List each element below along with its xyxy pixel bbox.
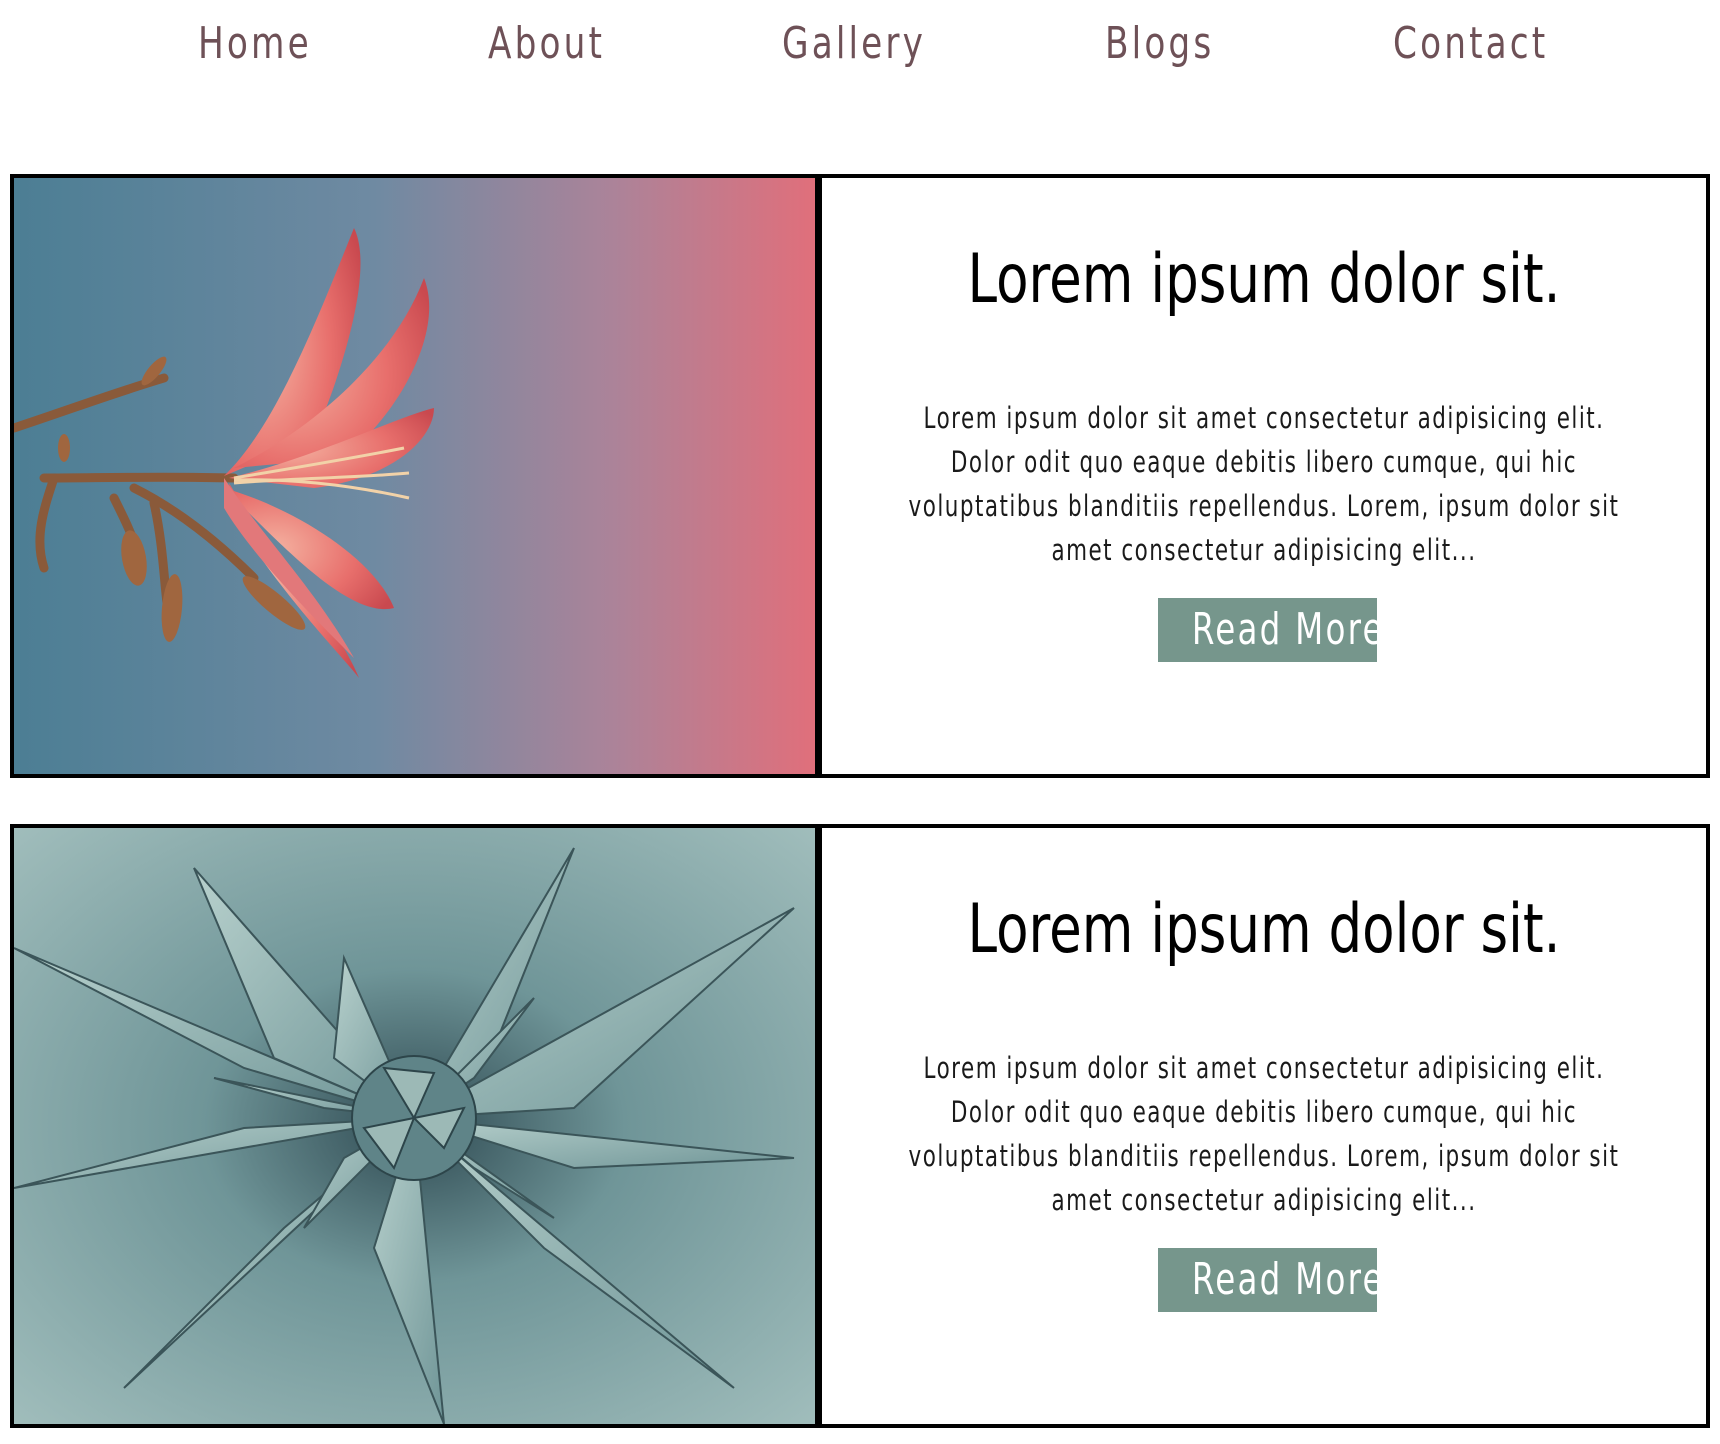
post-image-lily bbox=[14, 178, 822, 774]
post-excerpt: Lorem ipsum dolor sit amet consectetur a… bbox=[908, 401, 1620, 567]
agave-succulent-image bbox=[14, 828, 815, 1424]
post-title: Lorem ipsum dolor sit. bbox=[967, 240, 1561, 319]
read-more-button[interactable]: Read More bbox=[1158, 598, 1377, 662]
pink-lily-flower-image bbox=[14, 178, 815, 774]
main-nav: Home About Gallery Blogs Contact bbox=[0, 0, 1720, 100]
read-more-label: Read More bbox=[1191, 1254, 1377, 1305]
nav-about-link[interactable]: About bbox=[488, 18, 605, 69]
read-more-button[interactable]: Read More bbox=[1158, 1248, 1377, 1312]
post-content: Lorem ipsum dolor sit. Lorem ipsum dolor… bbox=[822, 178, 1706, 774]
nav-gallery-link[interactable]: Gallery bbox=[782, 18, 926, 69]
read-more-label: Read More bbox=[1191, 604, 1377, 655]
nav-contact-link[interactable]: Contact bbox=[1393, 18, 1548, 69]
post-excerpt: Lorem ipsum dolor sit amet consectetur a… bbox=[908, 1051, 1620, 1217]
post-title: Lorem ipsum dolor sit. bbox=[967, 890, 1561, 969]
nav-blogs-link[interactable]: Blogs bbox=[1105, 18, 1214, 69]
blog-post-card: Lorem ipsum dolor sit. Lorem ipsum dolor… bbox=[10, 824, 1710, 1428]
nav-home-link[interactable]: Home bbox=[198, 18, 312, 69]
blog-post-card: Lorem ipsum dolor sit. Lorem ipsum dolor… bbox=[10, 174, 1710, 778]
post-content: Lorem ipsum dolor sit. Lorem ipsum dolor… bbox=[822, 828, 1706, 1424]
post-image-agave bbox=[14, 828, 822, 1424]
